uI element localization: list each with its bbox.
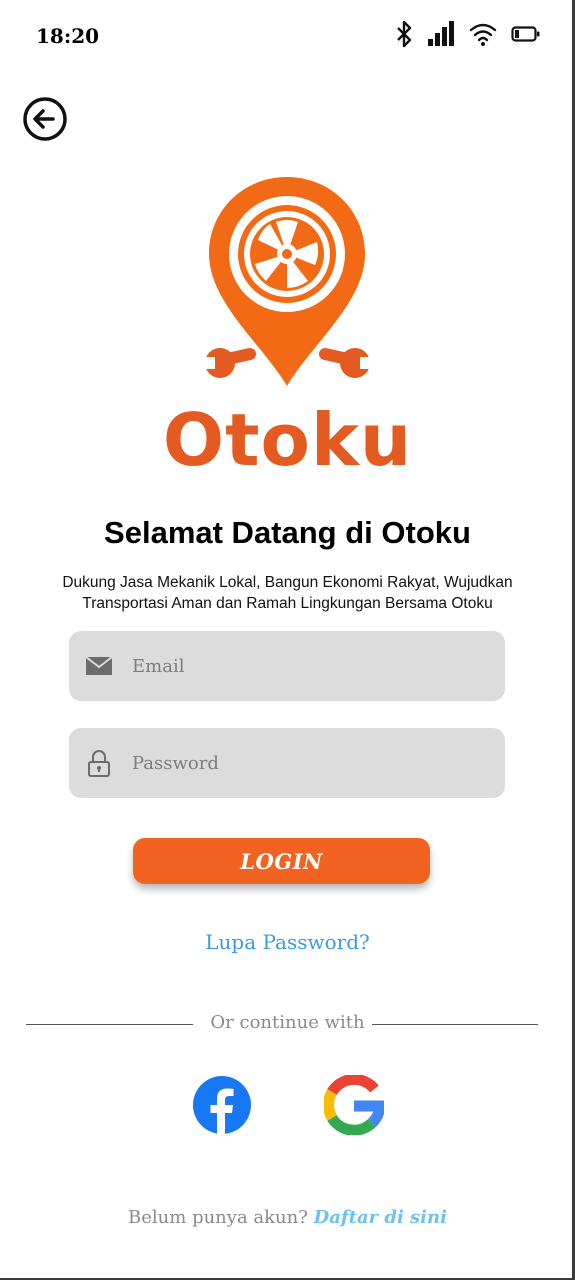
divider-right (372, 1024, 538, 1025)
page-subtitle: Dukung Jasa Mekanik Lokal, Bangun Ekonom… (62, 574, 513, 612)
login-button[interactable]: LOGIN (133, 838, 430, 884)
password-input[interactable] (130, 751, 505, 775)
back-button[interactable] (22, 96, 68, 142)
email-field[interactable] (69, 631, 505, 701)
battery-icon (511, 26, 540, 42)
google-icon (323, 1073, 386, 1136)
wifi-icon (469, 23, 497, 46)
signup-link[interactable]: Daftar di sini (314, 1207, 447, 1228)
signup-prompt: Belum punya akun? Daftar di sini (0, 1207, 575, 1228)
logo-text: Otoku (162, 398, 413, 482)
envelope-icon (85, 652, 113, 680)
map-pin-wheel-wrench-icon (201, 177, 374, 386)
signup-text: Belum punya akun? (128, 1207, 308, 1228)
arrow-left-circle-icon (23, 97, 67, 141)
page-title: Selamat Datang di Otoku (104, 515, 471, 550)
signal-icon (428, 21, 454, 46)
google-button[interactable] (323, 1073, 386, 1136)
password-field[interactable] (69, 728, 505, 798)
lock-icon (85, 749, 113, 777)
facebook-button[interactable] (192, 1075, 252, 1135)
divider-text: Or continue with (210, 1012, 365, 1033)
forgot-password-link[interactable]: Lupa Password? (0, 930, 575, 954)
status-icons (395, 20, 541, 48)
email-input[interactable] (130, 654, 505, 678)
bluetooth-icon (397, 20, 412, 48)
status-time: 18:20 (36, 24, 100, 48)
facebook-icon (193, 1076, 251, 1134)
